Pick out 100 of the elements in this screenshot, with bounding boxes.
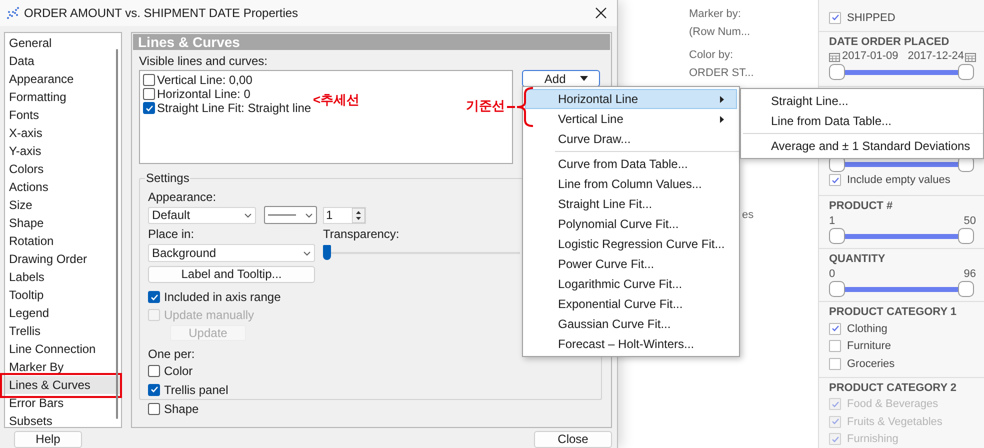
nav-item[interactable]: Labels xyxy=(5,268,121,286)
brace-drawing xyxy=(505,86,535,128)
checkbox-label: Groceries xyxy=(847,356,895,372)
close-button[interactable]: Close xyxy=(534,431,612,448)
range-slider[interactable] xyxy=(829,64,974,80)
slider-thumb[interactable] xyxy=(958,228,974,244)
add-button[interactable]: Add xyxy=(522,70,600,87)
caret-icon xyxy=(303,250,311,256)
calendar-icon[interactable] xyxy=(965,52,976,62)
nav-item[interactable]: Line Connection xyxy=(5,340,121,358)
menu-item[interactable]: Exponential Curve Fit... xyxy=(525,294,737,314)
menu-item[interactable]: Straight Line Fit... xyxy=(525,194,737,214)
list-label: Visible lines and curves: xyxy=(139,54,268,68)
list-item[interactable]: Straight Line Fit: Straight line xyxy=(157,101,312,115)
checkbox[interactable] xyxy=(829,340,841,352)
transparency-slider[interactable] xyxy=(323,244,520,262)
nav-item[interactable]: Colors xyxy=(5,160,121,178)
menu-item[interactable]: Curve from Data Table... xyxy=(525,154,737,174)
checkbox[interactable] xyxy=(829,174,841,186)
nav-item[interactable]: Error Bars xyxy=(5,394,121,412)
checkbox[interactable] xyxy=(148,364,160,376)
menu-item[interactable]: Average and ± 1 Standard Deviations xyxy=(741,136,983,156)
menu-item[interactable]: Horizontal Line xyxy=(525,89,737,109)
spinner-arrows-icon xyxy=(352,208,365,222)
checkbox-label: Fruits & Vegetables xyxy=(847,414,942,430)
slider-thumb[interactable] xyxy=(958,64,974,80)
nav-item[interactable]: Drawing Order xyxy=(5,250,121,268)
slider-thumb[interactable] xyxy=(829,64,845,80)
checkbox-label: Shape xyxy=(164,400,199,418)
checkbox-label: Trellis panel xyxy=(164,382,228,398)
nav-item[interactable]: Subsets xyxy=(5,412,121,430)
checkbox-label: Furniture xyxy=(847,339,892,354)
nav-item[interactable]: Rotation xyxy=(5,232,121,250)
annotation-text: 기준선 xyxy=(466,98,505,114)
menu-item[interactable]: Power Curve Fit... xyxy=(525,254,737,274)
appearance-dropdown[interactable]: Default xyxy=(148,206,256,224)
scrollbar[interactable] xyxy=(116,49,118,419)
menu-item[interactable]: Forecast – Holt-Winters... xyxy=(525,334,737,354)
menu-item[interactable]: Vertical Line xyxy=(525,109,737,129)
checkbox[interactable] xyxy=(829,358,841,370)
nav-item[interactable]: Tooltip xyxy=(5,286,121,304)
menu-item[interactable]: Line from Column Values... xyxy=(525,174,737,194)
nav-item[interactable]: Size xyxy=(5,196,121,214)
slider-thumb[interactable] xyxy=(323,245,331,260)
checkbox[interactable] xyxy=(143,88,155,100)
range-max: 96 xyxy=(964,267,976,281)
nav-item[interactable]: Data xyxy=(5,52,121,70)
nav-item[interactable]: Actions xyxy=(5,178,121,196)
menu-item[interactable]: Straight Line... xyxy=(741,91,983,111)
window-title: ORDER AMOUNT vs. SHIPMENT DATE Properties xyxy=(24,5,300,22)
checkbox[interactable] xyxy=(143,102,155,114)
range-max: 2017-12-24 xyxy=(908,49,964,64)
menu-item[interactable]: Logarithmic Curve Fit... xyxy=(525,274,737,294)
field-label: Transparency: xyxy=(323,227,400,241)
calendar-icon[interactable] xyxy=(829,52,840,62)
nav-item[interactable]: Y-axis xyxy=(5,142,121,160)
nav-item[interactable]: General xyxy=(5,34,121,52)
width-spin-field[interactable]: 1 xyxy=(323,206,366,224)
field-label: Appearance: xyxy=(148,190,216,204)
filter-title: PRODUCT CATEGORY 1 xyxy=(829,305,957,320)
checkbox[interactable] xyxy=(829,12,841,24)
checkbox-label: Food & Beverages xyxy=(847,397,938,412)
slider-thumb[interactable] xyxy=(829,281,845,297)
menu-item[interactable]: Curve Draw... xyxy=(525,129,737,149)
slider-thumb[interactable] xyxy=(829,228,845,244)
checkbox[interactable] xyxy=(143,74,155,86)
menu-item[interactable]: Polynomial Curve Fit... xyxy=(525,214,737,234)
checkbox-label: Include empty values xyxy=(847,173,950,188)
nav-item[interactable]: Fonts xyxy=(5,106,121,124)
menu-item[interactable]: Line from Data Table... xyxy=(741,111,983,131)
nav-item[interactable]: Formatting xyxy=(5,88,121,106)
list-item[interactable]: Horizontal Line: 0 xyxy=(157,87,250,101)
help-button[interactable]: Help xyxy=(14,431,82,448)
label-and-tooltip-button[interactable]: Label and Tooltip... xyxy=(148,266,315,283)
nav-item[interactable]: Appearance xyxy=(5,70,121,88)
nav-item[interactable]: Trellis xyxy=(5,322,121,340)
scatter-plot-icon xyxy=(6,6,20,20)
line-style-dropdown[interactable] xyxy=(264,206,317,224)
list-item[interactable]: Vertical Line: 0,00 xyxy=(157,73,252,87)
nav-item[interactable]: Shape xyxy=(5,214,121,232)
submenu-arrow-icon xyxy=(720,96,724,103)
range-min: 0 xyxy=(829,267,836,281)
slider-thumb[interactable] xyxy=(958,281,974,297)
nav-item[interactable]: X-axis xyxy=(5,124,121,142)
submenu-arrow-icon xyxy=(720,116,724,123)
caret-icon xyxy=(244,212,252,218)
checkbox[interactable] xyxy=(148,402,160,414)
range-slider[interactable] xyxy=(829,228,974,244)
line-style-icon xyxy=(268,213,296,217)
place-dropdown[interactable]: Background xyxy=(148,244,315,262)
menu-item[interactable]: Logistic Regression Curve Fit... xyxy=(525,234,737,254)
nav-item[interactable]: Marker By xyxy=(5,358,121,376)
checkbox[interactable] xyxy=(148,384,160,396)
checkbox[interactable] xyxy=(829,322,841,335)
checkbox[interactable] xyxy=(148,291,160,303)
menu-item[interactable]: Gaussian Curve Fit... xyxy=(525,314,737,334)
detail-label: Marker by: xyxy=(689,7,741,22)
nav-item[interactable]: Legend xyxy=(5,304,121,322)
close-icon[interactable] xyxy=(595,7,607,19)
range-slider[interactable] xyxy=(829,281,974,297)
